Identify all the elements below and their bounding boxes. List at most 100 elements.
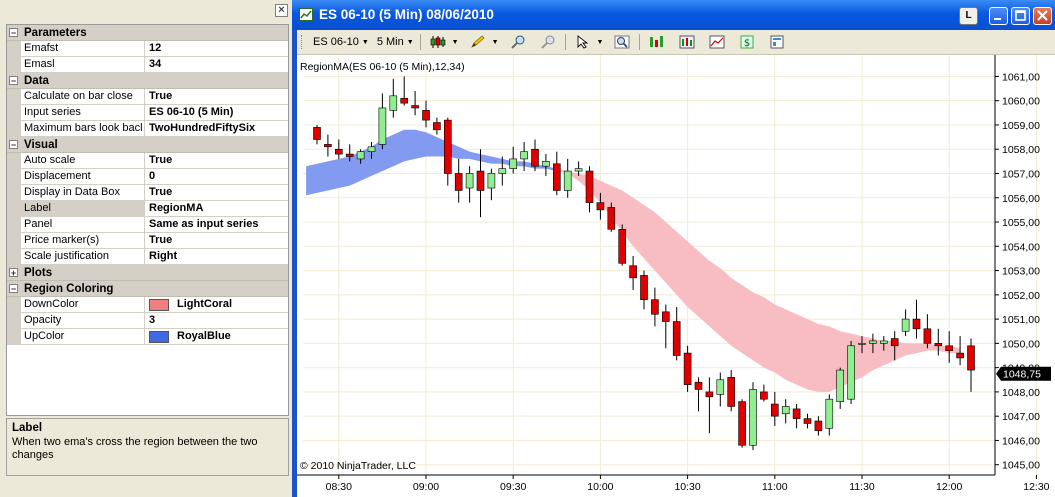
property-row[interactable]: Emafst 12 [7,41,288,57]
property-grid: − Parameters Emafst 12 Emasl 34− Data Calculate… [6,24,289,416]
property-name: Opacity [21,313,145,328]
magnifier-button[interactable] [607,33,637,51]
property-row[interactable]: UpColor RoyalBlue [7,329,288,345]
property-row[interactable]: Displacement 0 [7,169,288,185]
property-name: Calculate on bar close [21,89,145,104]
price-tick-label: 1059,00 [1002,120,1040,132]
interval-label: 5 Min [376,36,404,48]
property-value[interactable]: True [145,185,288,200]
property-value[interactable]: ES 06-10 (5 Min) [145,105,288,120]
collapse-icon[interactable]: − [9,76,18,86]
property-value[interactable]: True [145,233,288,248]
property-value[interactable]: RoyalBlue [145,329,288,344]
property-value[interactable]: RegionMA [145,201,288,216]
candle-down [814,420,823,432]
candle-down [934,343,943,347]
property-row[interactable]: DownColor LightCoral [7,297,288,313]
maximize-button[interactable] [1011,7,1030,25]
instrument-selector[interactable]: ES 06-10 ▼ [309,33,373,51]
row-gutter [7,329,21,344]
price-tick-label: 1056,00 [1002,193,1040,205]
property-value-text: 0 [149,170,156,182]
time-tick-label: 12:00 [936,481,962,493]
property-value-text: True [149,90,173,102]
candle-down [945,345,954,351]
category-plots[interactable]: + Plots [7,265,288,281]
candle-down [792,408,801,419]
link-button[interactable]: L [959,7,978,25]
strategies-button[interactable] [642,33,672,51]
property-value-text: ES 06-10 (5 Min) [149,106,234,118]
row-gutter [7,57,21,72]
property-row[interactable]: Input series ES 06-10 (5 Min) [7,105,288,121]
property-value[interactable]: LightCoral [145,297,288,312]
candle-down [738,401,746,446]
indicators-button[interactable] [672,33,702,51]
property-value[interactable]: 3 [145,313,288,328]
category-label: Parameters [24,26,87,39]
property-row[interactable]: Scale justification Right [7,249,288,265]
close-panel-button[interactable]: × [275,4,288,17]
price-tick-label: 1055,00 [1002,217,1040,229]
property-row[interactable]: Panel Same as input series [7,217,288,233]
candle-down [454,173,463,191]
expand-icon[interactable]: + [9,268,18,278]
price-tick-label: 1060,00 [1002,96,1040,108]
bar-type-selector[interactable]: ▼ [423,33,463,51]
price-tick-label: 1045,00 [1002,460,1040,472]
candle-down [956,352,964,359]
price-chart[interactable]: 1045,001046,001047,001048,001049,001050,… [297,55,1055,497]
property-value[interactable]: True [145,89,288,104]
svg-text:$: $ [744,38,750,49]
collapse-icon[interactable]: − [9,284,18,294]
property-row[interactable]: Emasl 34 [7,57,288,73]
property-value[interactable]: 12 [145,41,288,56]
property-value[interactable]: True [145,153,288,168]
property-row[interactable]: Opacity 3 [7,313,288,329]
property-row[interactable]: Maximum bars look bacl TwoHundredFiftySix [7,121,288,137]
time-tick-label: 08:30 [326,481,352,493]
candle-up [465,173,474,189]
property-row[interactable]: Auto scale True [7,153,288,169]
collapse-icon[interactable]: − [9,140,18,150]
price-tick-label: 1053,00 [1002,266,1040,278]
candle-up [847,345,855,400]
drawing-tools-selector[interactable]: ▼ [463,33,503,51]
property-value-text: Same as input series [149,218,259,230]
property-name: Panel [21,217,145,232]
property-value[interactable]: TwoHundredFiftySix [145,121,288,136]
chart-properties-button[interactable] [702,33,732,51]
price-tick-label: 1048,00 [1002,387,1040,399]
candle-down [324,144,332,148]
category-visual[interactable]: − Visual [7,137,288,153]
category-data[interactable]: − Data [7,73,288,89]
property-value-text: 3 [149,314,156,326]
property-value[interactable]: 0 [145,169,288,184]
title-bar[interactable]: ES 06-10 (5 Min) 08/06/2010 L [292,0,1055,30]
cursor-selector[interactable]: ▼ [568,33,608,51]
property-row[interactable]: Price marker(s) True [7,233,288,249]
description-box: Label When two ema's cross the region be… [6,418,289,476]
chart-panel[interactable]: 1045,001046,001047,001048,001049,001050,… [297,55,1055,497]
property-value[interactable]: Same as input series [145,217,288,232]
property-value[interactable]: 34 [145,57,288,72]
close-window-button[interactable] [1033,7,1052,25]
property-row[interactable]: Display in Data Box True [7,185,288,201]
data-box-button[interactable]: $ [732,33,762,51]
category-parameters[interactable]: − Parameters [7,25,288,41]
candle-down [727,377,736,407]
property-value[interactable]: Right [145,249,288,264]
property-row[interactable]: Calculate on bar close True [7,89,288,105]
chevron-down-icon: ▼ [596,38,604,46]
templates-button[interactable] [762,33,792,51]
candle-down [760,391,768,400]
collapse-icon[interactable]: − [9,28,18,38]
property-row[interactable]: Label RegionMA [7,201,288,217]
property-name: Auto scale [21,153,145,168]
zoom-in-button[interactable] [503,33,533,51]
zoom-out-button[interactable] [533,33,563,51]
minimize-button[interactable] [989,7,1008,25]
category-region-coloring[interactable]: − Region Coloring [7,281,288,297]
interval-selector[interactable]: 5 Min ▼ [373,33,418,51]
property-name: Label [21,201,145,216]
